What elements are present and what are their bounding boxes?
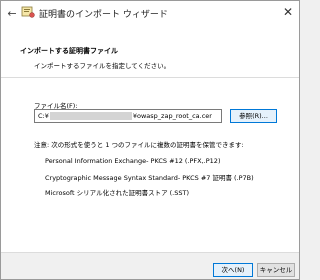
window-title: 証明書のインポート ウィザード — [39, 10, 168, 20]
format-note: 注意: 次の形式を使うと 1 つのファイルに複数の証明書を保管できます: — [34, 141, 244, 149]
wizard-content: インポートする証明書ファイル インポートするファイルを指定してください。 ファイ… — [1, 25, 299, 252]
certificate-import-wizard-window: ← 証明書のインポート ウィザード ✕ インポートする証明書ファイル インポート… — [0, 0, 300, 280]
page-title: インポートする証明書ファイル — [20, 47, 118, 55]
file-path-suffix: ¥owasp_zap_root_ca.cer — [132, 112, 212, 120]
back-arrow-icon[interactable]: ← — [5, 6, 19, 20]
format-item-p7b: Cryptographic Message Syntax Standard- P… — [45, 174, 254, 182]
file-path-prefix: C:¥ — [38, 112, 49, 120]
footer-divider — [1, 252, 299, 253]
file-name-input[interactable]: C:¥ ¥owasp_zap_root_ca.cer — [34, 109, 222, 123]
header-divider — [1, 77, 299, 78]
page-subtitle: インポートするファイルを指定してください。 — [34, 62, 171, 70]
browse-button[interactable]: 参照(R)... — [230, 109, 277, 123]
next-button[interactable]: 次へ(N) — [213, 263, 253, 277]
format-item-pfx: Personal Information Exchange- PKCS #12 … — [45, 157, 221, 165]
redacted-path-segment — [49, 112, 132, 120]
format-item-sst: Microsoft シリアル化された証明書ストア (.SST) — [45, 189, 190, 197]
cancel-button[interactable]: キャンセル — [257, 263, 295, 277]
close-icon[interactable]: ✕ — [279, 3, 297, 21]
certificate-wizard-icon — [21, 6, 35, 18]
title-bar: ← 証明書のインポート ウィザード ✕ — [1, 1, 299, 25]
